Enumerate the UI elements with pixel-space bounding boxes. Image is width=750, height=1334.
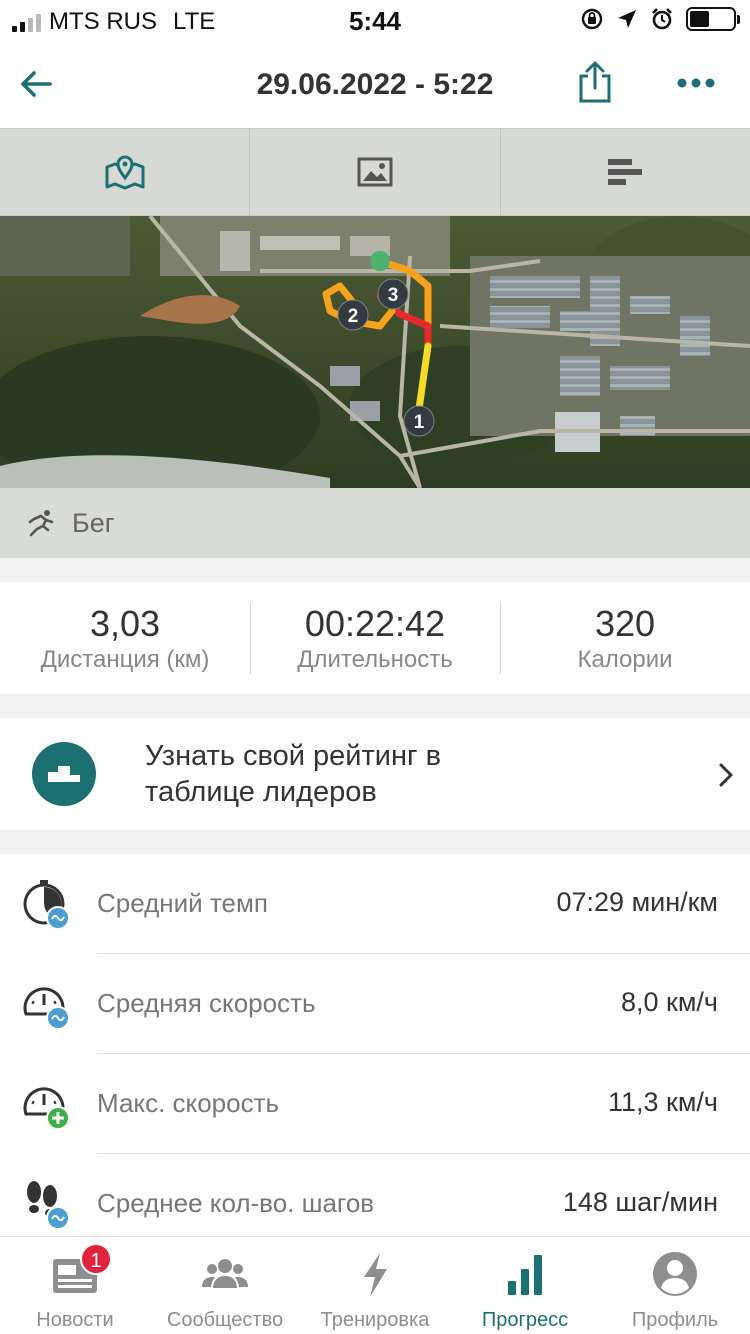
- summary-stats: 3,03 Дистанция (км) 00:22:42 Длительност…: [0, 582, 750, 694]
- km-marker-3-label: 3: [388, 285, 399, 306]
- stat-calories-label: Калории: [577, 646, 673, 673]
- tab-photos[interactable]: [250, 129, 501, 215]
- km-marker-1-label: 1: [414, 412, 425, 433]
- speedometer-max-icon: [23, 1087, 70, 1130]
- image-icon: [357, 157, 393, 187]
- alarm-icon: [652, 8, 672, 30]
- rotation-lock-icon: [581, 8, 603, 30]
- news-badge: 1: [80, 1243, 112, 1275]
- km-marker-1[interactable]: 1: [403, 405, 435, 437]
- km-marker-2-label: 2: [348, 306, 359, 327]
- location-icon: [618, 10, 636, 28]
- status-right: [580, 7, 740, 31]
- metric-max-speed-value: 11,3 км/ч: [608, 1087, 718, 1117]
- metric-avg-pace-label: Средний темп: [97, 888, 268, 918]
- metric-avg-speed-value: 8,0 км/ч: [621, 987, 718, 1017]
- community-icon: [202, 1259, 248, 1290]
- footsteps-avg-icon: [27, 1181, 70, 1230]
- tabbar-profile[interactable]: Профиль: [600, 1237, 750, 1334]
- podium-icon: [48, 766, 80, 782]
- battery-icon: [686, 7, 740, 31]
- lightning-icon: [364, 1253, 387, 1297]
- stat-distance-label: Дистанция (км): [40, 646, 210, 673]
- route-map[interactable]: 1 2 3: [0, 216, 750, 488]
- more-icon[interactable]: [676, 76, 716, 90]
- bars-icon: [608, 159, 643, 185]
- activity-label: Бег: [72, 507, 115, 538]
- stopwatch-avg-icon: [23, 880, 70, 930]
- tabbar-workout-label: Тренировка: [320, 1309, 430, 1331]
- metric-avg-steps-label: Среднее кол-во. шагов: [97, 1188, 375, 1218]
- metric-avg-speed: Средняя скорость 8,0 км/ч: [0, 954, 750, 1054]
- tabbar-workout[interactable]: Тренировка: [300, 1237, 450, 1334]
- share-icon[interactable]: [576, 60, 614, 104]
- profile-icon: [653, 1252, 697, 1296]
- activity-type[interactable]: Бег: [0, 488, 750, 558]
- metric-avg-pace: Средний темп 07:29 мин/км: [0, 854, 750, 954]
- km-marker-2[interactable]: 2: [337, 299, 369, 331]
- stat-duration-label: Длительность: [297, 646, 453, 673]
- chevron-right-icon: [719, 763, 733, 787]
- stat-duration-value: 00:22:42: [304, 603, 446, 644]
- tabbar-progress-label: Прогресс: [481, 1309, 569, 1331]
- tab-charts[interactable]: [501, 129, 750, 215]
- map-icon: [105, 155, 145, 190]
- tabbar-community[interactable]: Сообщество: [150, 1237, 300, 1334]
- page-title: 29.06.2022 - 5:22: [256, 68, 494, 101]
- tabbar-news[interactable]: 1 Новости: [0, 1237, 150, 1334]
- running-icon: [28, 510, 54, 537]
- leaderboard-line2: таблице лидеров: [145, 776, 377, 808]
- nav-header: 29.06.2022 - 5:22: [0, 42, 750, 128]
- leaderboard-link[interactable]: Узнать свой рейтинг в таблице лидеров: [0, 718, 750, 830]
- metrics-list: Средний темп 07:29 мин/км Средняя скорос…: [0, 854, 750, 1236]
- metric-max-speed-label: Макс. скорость: [97, 1088, 280, 1118]
- metric-avg-steps-value: 148 шаг/мин: [562, 1187, 718, 1217]
- metric-avg-pace-value: 07:29 мин/км: [556, 887, 719, 917]
- stat-distance-value: 3,03: [89, 603, 161, 644]
- stat-calories-value: 320: [594, 603, 656, 644]
- leaderboard-badge: [32, 742, 96, 806]
- stat-distance: 3,03 Дистанция (км): [0, 582, 250, 694]
- tabbar-community-label: Сообщество: [166, 1309, 284, 1331]
- km-marker-3[interactable]: 3: [377, 278, 409, 310]
- stat-calories: 320 Калории: [500, 582, 750, 694]
- speedometer-avg-icon: [23, 987, 70, 1030]
- metric-max-speed: Макс. скорость 11,3 км/ч: [0, 1054, 750, 1154]
- tabbar-profile-label: Профиль: [631, 1309, 719, 1331]
- metric-avg-steps: Среднее кол-во. шагов 148 шаг/мин: [0, 1154, 750, 1236]
- tabbar-news-label: Новости: [36, 1309, 114, 1331]
- leaderboard-text: Узнать свой рейтинг в таблице лидеров: [145, 738, 645, 810]
- leaderboard-line1: Узнать свой рейтинг в: [145, 740, 442, 772]
- bottom-tab-bar: 1 Новости Сообщество Тренировка Прогресс: [0, 1236, 750, 1334]
- metric-avg-speed-label: Средняя скорость: [97, 988, 316, 1018]
- start-marker: [370, 251, 390, 271]
- tab-map[interactable]: [0, 129, 251, 215]
- progress-bars-icon: [508, 1255, 542, 1295]
- view-tabs: [0, 128, 750, 216]
- tabbar-progress[interactable]: Прогресс: [450, 1237, 600, 1334]
- map-satellite: 1 2 3: [0, 216, 750, 488]
- status-bar: MTS RUS LTE 5:44: [0, 0, 750, 42]
- stat-duration: 00:22:42 Длительность: [250, 582, 500, 694]
